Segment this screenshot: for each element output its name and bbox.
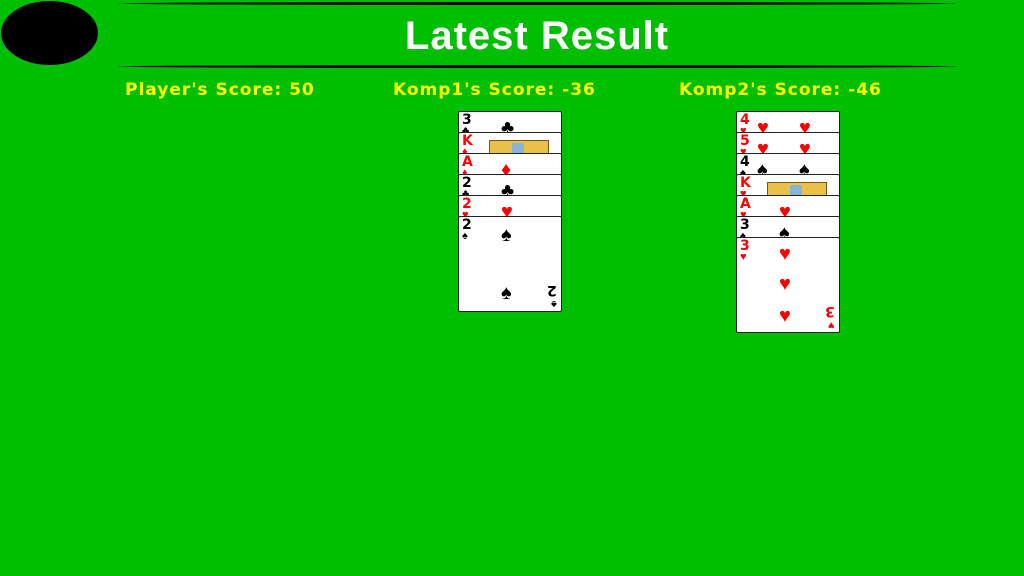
- card-rank-bottom: 3: [825, 303, 835, 319]
- playing-card: 3 ♥ ♥ ♥ ♥ 3 ♥: [736, 237, 840, 333]
- card-pip-icon: ♠: [501, 224, 512, 246]
- card-pip-icon: ♠: [501, 282, 512, 304]
- card-pip-icon: ♥: [779, 273, 791, 295]
- card-suit-icon: ♥: [740, 251, 747, 263]
- komp2-score: Komp2's Score: -46: [679, 80, 882, 100]
- playing-card: 2 ♠ ♠ ♠ 2 ♠: [458, 216, 562, 312]
- card-suit-bottom-icon: ♠: [551, 298, 557, 310]
- back-button[interactable]: [1, 1, 98, 65]
- komp1-score: Komp1's Score: -36: [393, 80, 596, 100]
- card-pip-icon: ♥: [779, 305, 791, 327]
- player-score: Player's Score: 50: [125, 80, 315, 100]
- card-rank-bottom: 2: [547, 282, 557, 298]
- card-suit-icon: ♠: [462, 230, 468, 242]
- card-pip-icon: ♥: [779, 243, 791, 265]
- title-bottom-rule: [118, 65, 956, 68]
- page-title: Latest Result: [404, 14, 670, 58]
- card-suit-bottom-icon: ♥: [828, 319, 835, 331]
- title-top-rule: [118, 2, 956, 5]
